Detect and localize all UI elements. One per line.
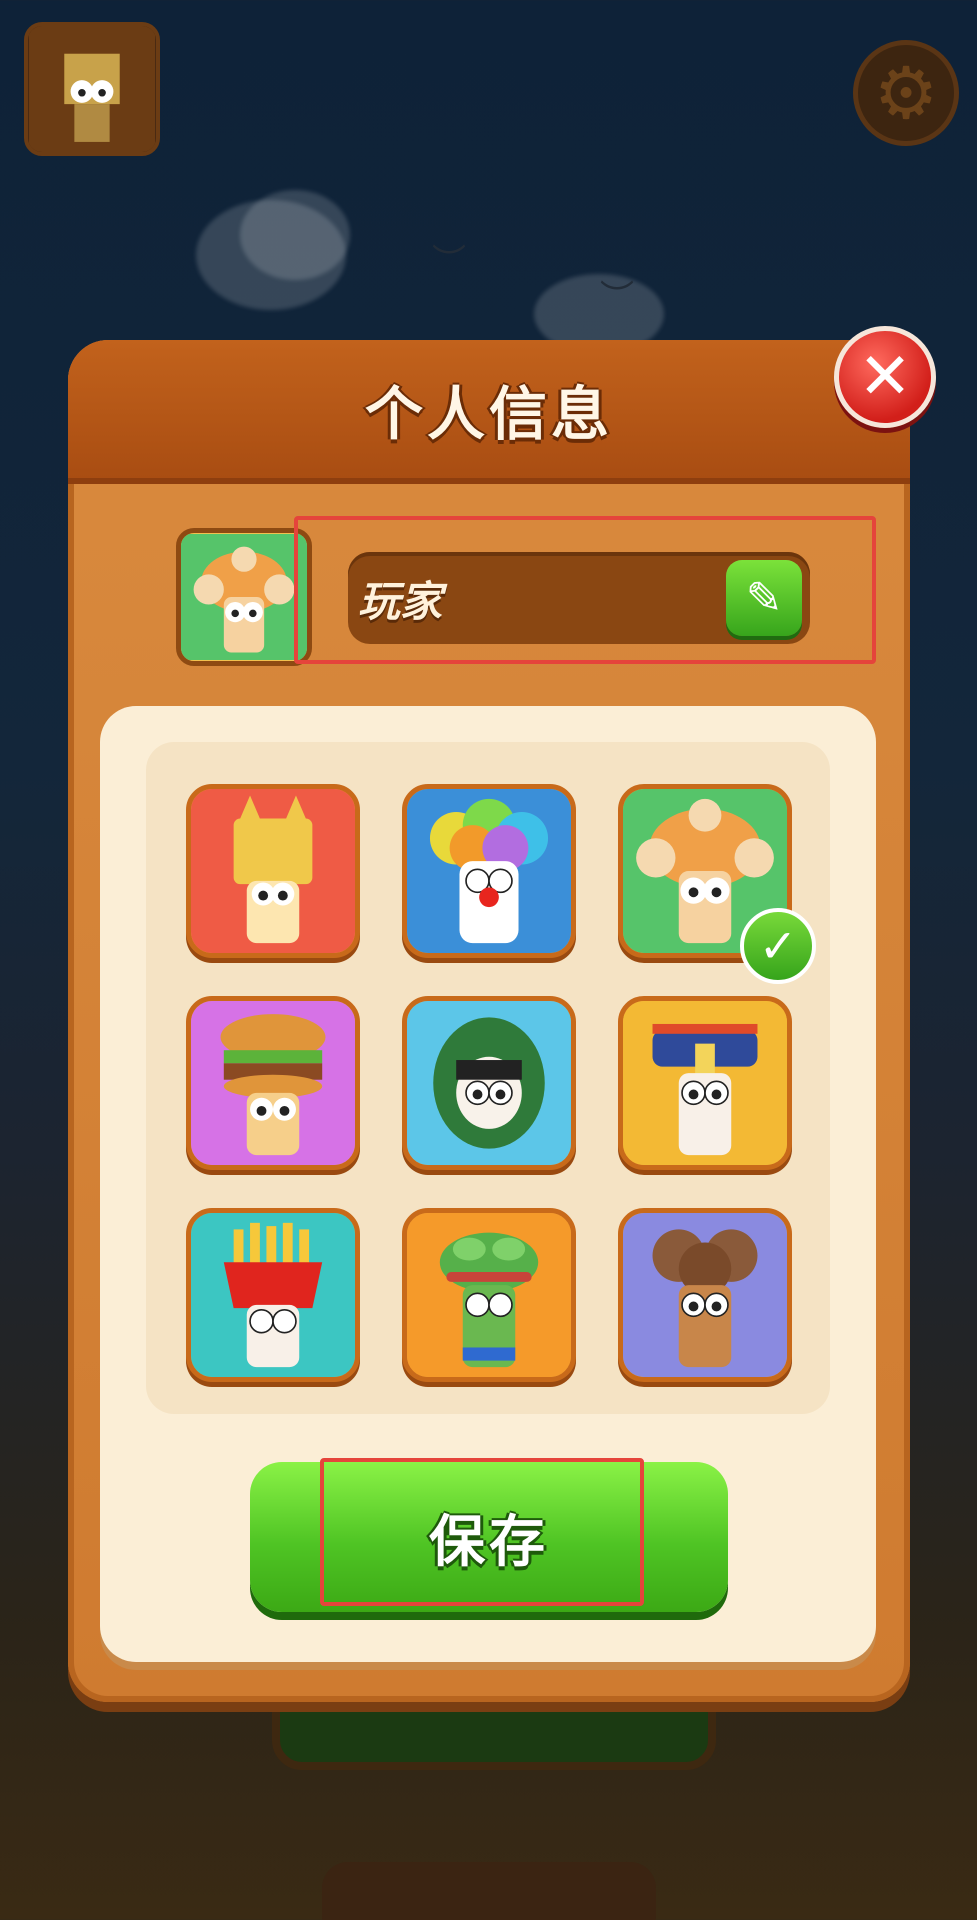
avatar-option-qing-official[interactable] <box>618 996 792 1170</box>
cloud <box>240 190 350 280</box>
avatar-option-fries[interactable] <box>186 1208 360 1382</box>
current-avatar-button[interactable] <box>24 22 160 156</box>
gear-icon[interactable]: ⚙ <box>853 40 959 146</box>
background-tab <box>322 1862 656 1920</box>
avatar-option-frog[interactable] <box>402 1208 576 1382</box>
dialog-title: 个人信息 <box>364 380 613 448</box>
checkmark-icon: ✓ <box>740 908 816 984</box>
close-icon[interactable]: ✕ <box>834 326 936 428</box>
avatar-option-dog[interactable] <box>186 784 360 958</box>
selected-avatar-preview <box>176 528 312 666</box>
avatar-option-curly-hair[interactable] <box>618 1208 792 1382</box>
avatar-option-green-hood[interactable] <box>402 996 576 1170</box>
bird-silhouette: ︶ <box>432 242 466 282</box>
name-highlight-box <box>294 516 876 664</box>
avatar-option-burger[interactable] <box>186 996 360 1170</box>
avatar-option-clown[interactable] <box>402 784 576 958</box>
bird-silhouette: ︶ <box>600 278 634 318</box>
dialog-header: 个人信息 <box>68 340 910 484</box>
save-highlight-box <box>320 1458 644 1606</box>
